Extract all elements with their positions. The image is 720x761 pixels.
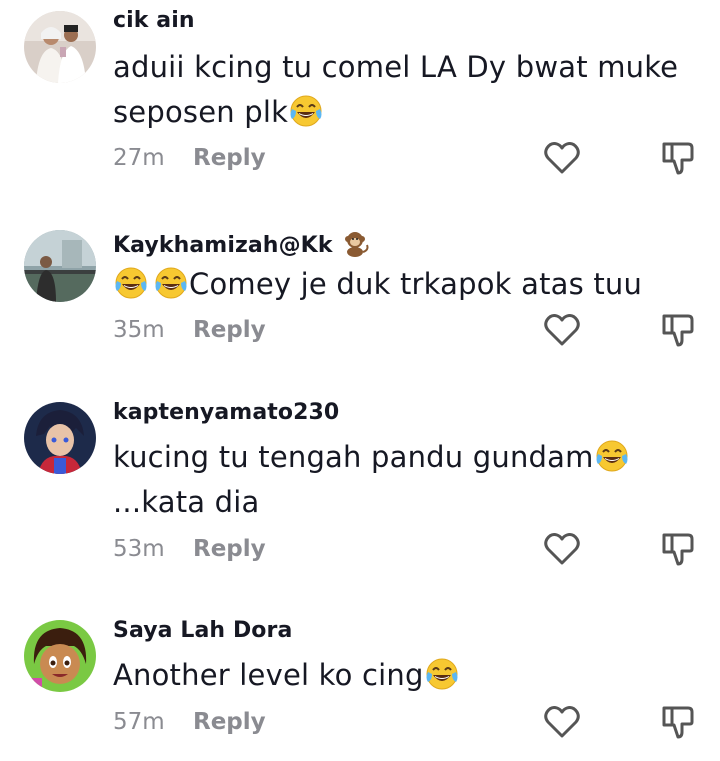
comment-time: 57m — [113, 709, 165, 735]
comment-meta: 53m Reply — [113, 534, 266, 564]
comment-username[interactable]: Saya Lah Dora — [113, 618, 292, 643]
thumbs-down-outline-icon — [662, 314, 694, 347]
comment-meta: 27m Reply — [113, 143, 266, 173]
comment-username[interactable]: kaptenyamato230 — [113, 400, 339, 425]
comment-item: cik ain aduii kcing tu comel LA Dy bwat … — [0, 0, 720, 190]
heart-outline-icon — [544, 314, 580, 346]
comment-time: 53m — [113, 536, 165, 562]
comment-username-text: Kaykhamizah@Kk — [113, 233, 333, 258]
comment-time: 27m — [113, 145, 165, 171]
comment-text-content: kucing tu tengah pandu gundam — [113, 440, 594, 474]
avatar[interactable] — [24, 620, 96, 692]
face-with-tears-of-joy-icon — [113, 265, 149, 301]
comment-item: Saya Lah Dora Another level ko cing 57m … — [0, 610, 720, 761]
wedding-couple-avatar-icon — [24, 11, 96, 83]
monkey-icon — [340, 228, 370, 258]
comment-text-content: Another level ko cing — [113, 658, 424, 692]
comment-text: Another level ko cing — [113, 653, 703, 698]
person-on-balcony-avatar-icon — [24, 230, 96, 302]
reply-button[interactable]: Reply — [193, 709, 266, 735]
thumbs-down-outline-icon — [662, 533, 694, 566]
comment-text: kucing tu tengah pandu gundam ...kata dia — [113, 435, 703, 525]
comment-text-continuation: ...kata dia — [113, 485, 260, 519]
heart-outline-icon — [544, 706, 580, 738]
comment-meta: 35m Reply — [113, 315, 266, 345]
dislike-button[interactable] — [658, 529, 698, 569]
face-with-tears-of-joy-icon — [288, 93, 324, 129]
reply-button[interactable]: Reply — [193, 536, 266, 562]
comment-time: 35m — [113, 317, 165, 343]
comment-item: kaptenyamato230 kucing tu tengah pandu g… — [0, 392, 720, 592]
anime-character-avatar-icon — [24, 402, 96, 474]
face-with-tears-of-joy-icon — [153, 265, 189, 301]
comment-username[interactable]: Kaykhamizah@Kk — [113, 228, 370, 258]
heart-outline-icon — [544, 142, 580, 174]
avatar[interactable] — [24, 230, 96, 302]
like-button[interactable] — [542, 310, 582, 350]
comment-meta: 57m Reply — [113, 707, 266, 737]
like-button[interactable] — [542, 702, 582, 742]
like-button[interactable] — [542, 529, 582, 569]
avatar[interactable] — [24, 11, 96, 83]
dislike-button[interactable] — [658, 138, 698, 178]
comment-item: Kaykhamizah@Kk Comey je duk trkapok atas… — [0, 220, 720, 370]
thumbs-down-outline-icon — [662, 706, 694, 739]
like-button[interactable] — [542, 138, 582, 178]
reply-button[interactable]: Reply — [193, 145, 266, 171]
comment-username[interactable]: cik ain — [113, 8, 195, 33]
dora-avatar-icon — [24, 620, 96, 692]
reply-button[interactable]: Reply — [193, 317, 266, 343]
comment-text: Comey je duk trkapok atas tuu — [113, 262, 703, 307]
comment-text-content: Comey je duk trkapok atas tuu — [189, 267, 643, 301]
heart-outline-icon — [544, 533, 580, 565]
comment-text: aduii kcing tu comel LA Dy bwat muke sep… — [113, 45, 703, 135]
dislike-button[interactable] — [658, 310, 698, 350]
comment-text-content: aduii kcing tu comel LA Dy bwat muke sep… — [113, 50, 679, 129]
thumbs-down-outline-icon — [662, 142, 694, 175]
avatar[interactable] — [24, 402, 96, 474]
dislike-button[interactable] — [658, 702, 698, 742]
face-with-tears-of-joy-icon — [424, 656, 460, 692]
face-with-tears-of-joy-icon — [594, 438, 630, 474]
